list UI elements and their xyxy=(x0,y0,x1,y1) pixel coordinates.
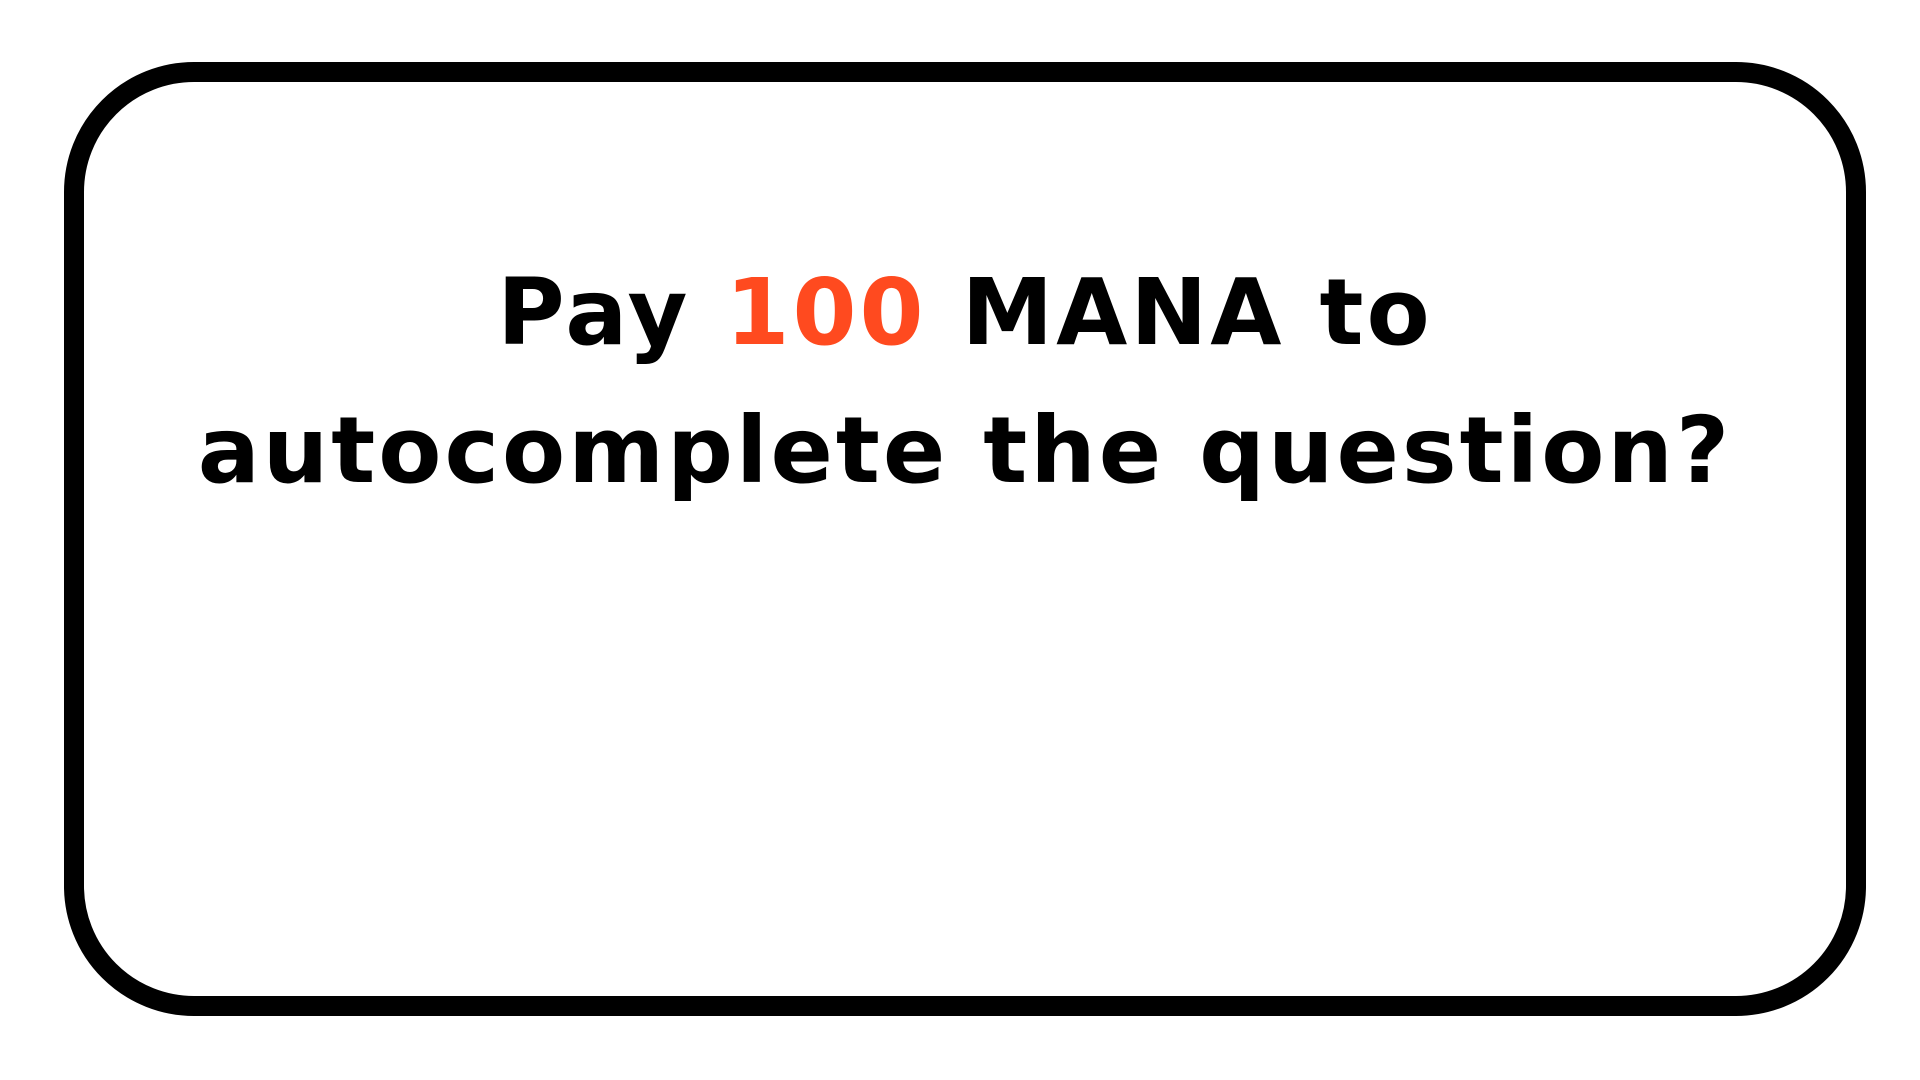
mana-amount: 100 xyxy=(725,259,927,366)
autocomplete-payment-dialog: Pay 100 MANA to autocomplete the questio… xyxy=(64,62,1866,1016)
prompt-suffix: MANA to autocomplete the question? xyxy=(197,259,1733,504)
prompt-prefix: Pay xyxy=(497,259,691,366)
payment-prompt: Pay 100 MANA to autocomplete the questio… xyxy=(164,244,1766,520)
